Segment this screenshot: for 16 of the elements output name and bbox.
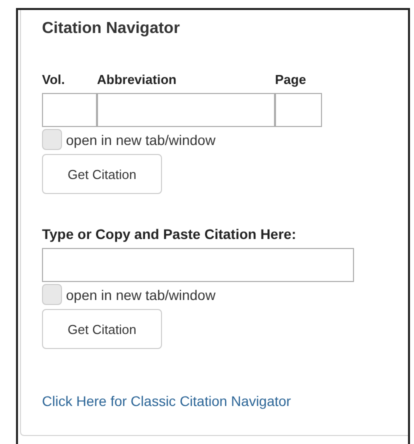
input-field[interactable] — [275, 93, 322, 127]
field-label: Abbreviation — [97, 72, 178, 87]
panel-title: Citation Navigator — [42, 20, 181, 38]
checkbox[interactable] — [42, 284, 62, 305]
field-label: Page — [275, 72, 308, 87]
field-label: Vol. — [42, 72, 66, 87]
get-citation-button[interactable]: Get Citation — [42, 154, 162, 194]
input-field[interactable] — [42, 93, 97, 127]
get-citation-button[interactable]: Get Citation — [42, 309, 162, 349]
input-field[interactable] — [97, 93, 275, 127]
checkbox-label: open in new tab/window — [66, 286, 216, 302]
citation-field[interactable] — [42, 248, 354, 282]
checkbox-label: open in new tab/window — [66, 132, 216, 148]
field-label: Type or Copy and Paste Citation Here: — [42, 226, 298, 242]
classic-navigator-link[interactable]: Click Here for Classic Citation Navigator — [42, 393, 291, 409]
checkbox[interactable] — [42, 129, 62, 150]
